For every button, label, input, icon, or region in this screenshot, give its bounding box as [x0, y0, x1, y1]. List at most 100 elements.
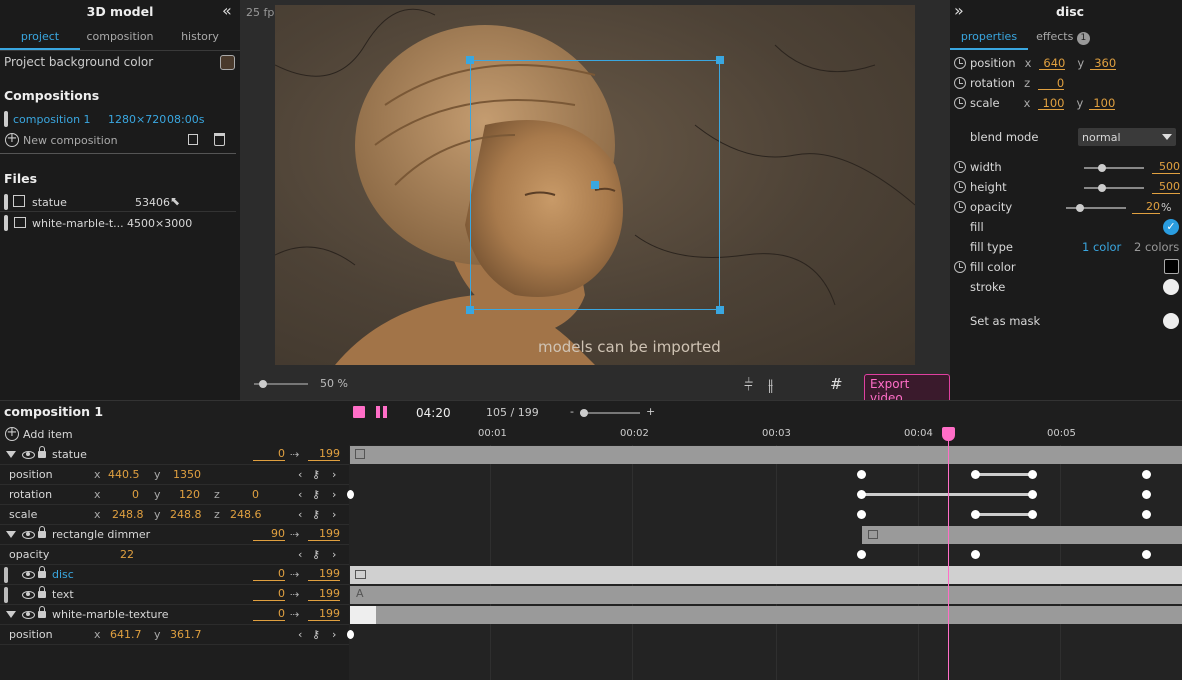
slider-knob[interactable] — [1098, 164, 1106, 172]
layer-row-white-marble-texture[interactable]: white-marble-texture 0 ⇢ 199 — [0, 605, 349, 625]
layer-end-input[interactable]: 199 — [308, 528, 340, 541]
zoom-slider[interactable] — [254, 380, 308, 388]
position-x-input[interactable]: 640 — [1039, 57, 1066, 70]
align-vertical-icon[interactable]: ⫲ — [768, 375, 773, 395]
tab-composition[interactable]: composition — [80, 26, 160, 50]
keyframe[interactable] — [857, 470, 866, 479]
clock-icon[interactable] — [954, 77, 966, 89]
resize-handle[interactable] — [716, 56, 724, 64]
resize-handle[interactable] — [716, 306, 724, 314]
keyframe[interactable] — [857, 550, 866, 559]
layer-start-input[interactable]: 0 — [253, 588, 285, 601]
layer-row-statue[interactable]: statue 0 ⇢ 199 — [0, 445, 349, 465]
layer-end-input[interactable]: 199 — [308, 608, 340, 621]
chevron-left-icon[interactable]: ‹ — [298, 628, 302, 641]
keyframe-key-icon[interactable]: ⚷ — [312, 628, 320, 641]
width-input[interactable]: 500 — [1152, 161, 1180, 174]
lock-icon[interactable] — [38, 566, 46, 578]
drag-handle[interactable] — [4, 586, 8, 603]
clock-icon[interactable] — [954, 181, 966, 193]
anchor-point-handle[interactable] — [591, 181, 599, 189]
plus-circle-icon[interactable]: + — [5, 132, 19, 147]
new-composition-button[interactable]: New composition — [23, 134, 118, 147]
keyframe[interactable] — [1028, 490, 1037, 499]
chevron-left-icon[interactable]: ‹ — [298, 548, 302, 561]
track-bar-white-marble-texture[interactable] — [350, 606, 1182, 624]
keyframe[interactable] — [1142, 510, 1151, 519]
collapse-triangle-icon[interactable] — [6, 531, 16, 538]
chevron-left-icon[interactable]: ‹ — [298, 488, 302, 501]
chevron-right-icon[interactable]: › — [332, 548, 336, 561]
keyframe[interactable] — [1142, 550, 1151, 559]
fill-checkbox[interactable]: ✓ — [1163, 219, 1179, 235]
playhead-handle[interactable] — [942, 427, 955, 441]
chevron-right-icon[interactable]: › — [332, 488, 336, 501]
fill-type-option[interactable]: 1 color — [1082, 240, 1121, 254]
timeline-zoom-slider[interactable] — [580, 409, 640, 417]
zoom-in-button[interactable]: + — [646, 405, 655, 418]
scale-y-input[interactable]: 100 — [1089, 97, 1116, 110]
opacity-input[interactable]: 20 — [1132, 201, 1160, 214]
file-item[interactable]: white-marble-t... 4500×3000 — [0, 213, 236, 233]
height-slider[interactable] — [1084, 184, 1144, 192]
lock-icon[interactable] — [38, 586, 46, 598]
zoom-out-button[interactable]: - — [570, 405, 574, 418]
chevron-right-icon[interactable]: › — [332, 508, 336, 521]
keyframe-key-icon[interactable]: ⚷ — [312, 488, 320, 501]
grid-icon[interactable]: # — [830, 375, 843, 393]
track-bar-rectangle-dimmer[interactable] — [862, 526, 1182, 544]
lock-icon[interactable] — [38, 446, 46, 458]
tab-effects[interactable]: effects 1 — [1028, 26, 1098, 50]
eye-icon[interactable] — [22, 530, 35, 539]
collapse-triangle-icon[interactable] — [6, 611, 16, 618]
keyframe[interactable] — [347, 490, 354, 499]
position-y-value[interactable]: 1350 — [173, 468, 201, 481]
rotation-y-value[interactable]: 120 — [179, 488, 200, 501]
layer-end-input[interactable]: 199 — [308, 448, 340, 461]
layer-row-disc[interactable]: disc 0 ⇢ 199 — [0, 565, 349, 585]
layer-start-input[interactable]: 0 — [253, 608, 285, 621]
align-horizontal-icon[interactable]: ⫩ — [744, 375, 753, 395]
render-canvas[interactable]: models can be imported — [275, 5, 915, 365]
zoom-slider-knob[interactable] — [259, 380, 268, 388]
expand-icon[interactable]: » — [954, 1, 964, 20]
clock-icon[interactable] — [954, 161, 966, 173]
plus-circle-icon[interactable]: + — [5, 426, 19, 441]
keyframe[interactable] — [971, 510, 980, 519]
slider-knob[interactable] — [580, 409, 588, 417]
keyframe[interactable] — [1142, 470, 1151, 479]
clock-icon[interactable] — [954, 97, 966, 109]
stroke-toggle[interactable] — [1163, 279, 1179, 295]
tab-history[interactable]: history — [160, 26, 240, 50]
keyframe[interactable] — [1028, 470, 1037, 479]
keyframe-key-icon[interactable]: ⚷ — [312, 468, 320, 481]
resize-handle[interactable] — [466, 306, 474, 314]
position-x-value[interactable]: 641.7 — [110, 628, 142, 641]
fill-type-option[interactable]: 2 colors — [1134, 240, 1179, 254]
chevron-left-icon[interactable]: ‹ — [298, 508, 302, 521]
chevron-right-icon[interactable]: › — [332, 468, 336, 481]
tab-properties[interactable]: properties — [950, 26, 1028, 50]
height-input[interactable]: 500 — [1152, 181, 1180, 194]
track-bar-text[interactable]: A — [350, 586, 1182, 604]
resize-handle[interactable] — [466, 56, 474, 64]
clock-icon[interactable] — [954, 201, 966, 213]
keyframe[interactable] — [857, 490, 866, 499]
position-y-input[interactable]: 360 — [1090, 57, 1117, 70]
collapse-triangle-icon[interactable] — [6, 451, 16, 458]
blend-mode-select[interactable]: normal — [1078, 128, 1176, 146]
layer-start-input[interactable]: 0 — [253, 568, 285, 581]
drag-handle[interactable] — [4, 566, 8, 583]
add-item-button[interactable]: Add item — [23, 428, 73, 441]
eye-icon[interactable] — [22, 450, 35, 459]
layer-end-input[interactable]: 199 — [308, 568, 340, 581]
layer-start-input[interactable]: 0 — [253, 448, 285, 461]
opacity-slider[interactable] — [1066, 204, 1126, 212]
slider-knob[interactable] — [1076, 204, 1084, 212]
copy-icon[interactable] — [188, 134, 198, 145]
keyframe[interactable] — [857, 510, 866, 519]
clock-icon[interactable] — [954, 57, 966, 69]
eye-icon[interactable] — [22, 570, 35, 579]
keyframe[interactable] — [971, 550, 980, 559]
track-area[interactable] — [349, 445, 1182, 680]
